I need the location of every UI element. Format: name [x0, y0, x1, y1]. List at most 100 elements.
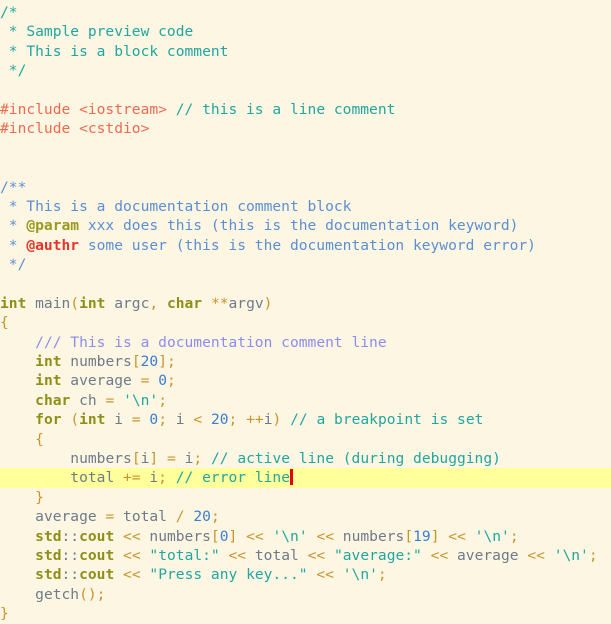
- code-token-ident: ch: [70, 391, 106, 409]
- code-line[interactable]: {: [0, 430, 611, 449]
- code-line[interactable]: int average = 0;: [0, 371, 611, 390]
- code-line[interactable]: */: [0, 255, 611, 274]
- code-token-ident: numbers: [334, 527, 405, 545]
- code-token-op: <<: [316, 527, 335, 545]
- code-token-ident: total: [70, 469, 124, 487]
- code-token-comment: // this is a line comment: [175, 100, 396, 118]
- code-token-punct: ;: [193, 449, 203, 467]
- code-token-keyword: int: [79, 411, 106, 429]
- code-line-highlighted[interactable]: total += i; // error line: [0, 468, 611, 488]
- code-line[interactable]: */: [0, 61, 611, 80]
- code-token-op: =: [131, 411, 141, 429]
- code-token-ident: i: [175, 449, 194, 467]
- code-line[interactable]: [0, 139, 611, 158]
- code-editor-preview[interactable]: /* * Sample preview code * This is a blo…: [0, 0, 611, 622]
- code-line[interactable]: std::cout << "Press any key..." << '\n';: [0, 565, 611, 584]
- code-token-number: 20: [210, 411, 229, 429]
- code-token-keyword: cout: [79, 546, 115, 564]
- code-token-op: <<: [123, 566, 141, 584]
- code-token-string: '\n': [342, 566, 378, 584]
- code-line[interactable]: * This is a block comment: [0, 42, 611, 61]
- code-token-preproc: #include <iostream>: [0, 100, 176, 118]
- code-token-ident: total: [114, 508, 176, 526]
- code-line[interactable]: /*: [0, 3, 611, 22]
- code-token-punct: ;: [377, 566, 387, 584]
- code-token-doc: *: [0, 217, 27, 235]
- code-token-punct: ;: [166, 353, 176, 371]
- code-token-op: <<: [316, 566, 334, 584]
- code-token-doc: * This is a documentation comment block: [0, 197, 352, 215]
- code-token-punct: (): [79, 585, 97, 603]
- code-line[interactable]: int main(int argc, char **argv): [0, 294, 611, 313]
- code-line[interactable]: * @param xxx does this (this is the docu…: [0, 216, 611, 235]
- code-token-keyword: int: [35, 353, 62, 371]
- code-line[interactable]: /// This is a documentation comment line: [0, 333, 611, 352]
- code-token-number: 0: [149, 411, 159, 429]
- code-token-op: =: [105, 391, 115, 409]
- code-token-preproc: #include <cstdio>: [0, 120, 150, 138]
- code-line[interactable]: std::cout << "total:" << total << "avera…: [0, 546, 611, 565]
- code-token-comment: * Sample preview code: [0, 23, 194, 41]
- code-token-punct: ;: [96, 585, 106, 603]
- code-token-number: 20: [193, 508, 211, 526]
- code-line[interactable]: int numbers[20];: [0, 352, 611, 371]
- code-token-punct: ;: [210, 508, 220, 526]
- code-token-string: '\n': [123, 391, 159, 409]
- code-line[interactable]: * @authr some user (this is the document…: [0, 236, 611, 255]
- code-token-punct: ]: [228, 527, 238, 545]
- code-line[interactable]: [0, 274, 611, 293]
- code-token-string: '\n': [553, 546, 589, 564]
- code-token-op: <<: [123, 527, 141, 545]
- code-token-op: <<: [448, 527, 466, 545]
- code-line[interactable]: average = total / 20;: [0, 507, 611, 526]
- code-token-doc: *: [0, 236, 27, 254]
- code-line[interactable]: numbers[i] = i; // active line (during d…: [0, 449, 611, 468]
- code-token-ident: i: [263, 411, 273, 429]
- code-line[interactable]: #include <iostream> // this is a line co…: [0, 100, 611, 119]
- code-token-op: ++: [246, 411, 264, 429]
- code-line[interactable]: #include <cstdio>: [0, 119, 611, 138]
- code-token-op: <<: [307, 546, 326, 564]
- code-token-plain: ::: [61, 566, 80, 584]
- code-token-punct: ;: [158, 391, 168, 409]
- code-token-op: <<: [527, 546, 545, 564]
- code-line[interactable]: for (int i = 0; i < 20; ++i) // a breakp…: [0, 410, 611, 429]
- code-token-punct: ;: [158, 411, 168, 429]
- code-line[interactable]: {: [0, 313, 611, 332]
- code-token-keyword: int: [35, 372, 62, 390]
- code-token-string: '\n': [272, 527, 308, 545]
- code-token-op: =: [167, 449, 176, 467]
- code-token-punct: (: [70, 411, 80, 429]
- code-line[interactable]: [0, 81, 611, 100]
- code-token-keyword: int: [0, 294, 27, 312]
- code-token-comment: // error line: [175, 469, 290, 487]
- code-line[interactable]: }: [0, 604, 611, 623]
- code-line[interactable]: * Sample preview code: [0, 22, 611, 41]
- code-line[interactable]: char ch = '\n';: [0, 391, 611, 410]
- code-line[interactable]: /**: [0, 178, 611, 197]
- code-token-number: 19: [413, 527, 431, 545]
- code-lines-container[interactable]: /* * Sample preview code * This is a blo…: [0, 0, 611, 624]
- code-line[interactable]: [0, 158, 611, 177]
- code-token-punct: ;: [588, 546, 598, 564]
- code-token-op: <: [193, 411, 203, 429]
- code-token-ident: i: [140, 469, 159, 487]
- code-token-ident: numbers: [140, 527, 211, 545]
- code-line[interactable]: * This is a documentation comment block: [0, 197, 611, 216]
- code-line[interactable]: }: [0, 488, 611, 507]
- code-token-keyword: cout: [79, 527, 115, 545]
- code-line[interactable]: std::cout << numbers[0] << '\n' << numbe…: [0, 527, 611, 546]
- code-token-op: +=: [123, 469, 141, 487]
